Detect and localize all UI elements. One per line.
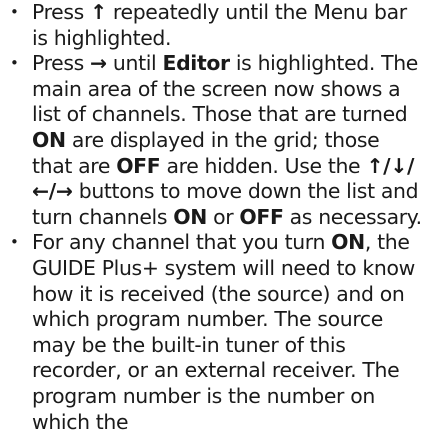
on-term: ON: [32, 127, 66, 152]
editor-term: Editor: [162, 51, 230, 76]
right-arrow-icon: →: [90, 51, 107, 76]
bullet-icon: •: [10, 54, 19, 73]
off-term: OFF: [239, 204, 284, 229]
item2-text-a: Press: [32, 51, 91, 76]
slash-separator: /: [406, 153, 415, 178]
list-item: • Press ↑ repeatedly until the Menu bar i…: [0, 0, 426, 51]
list-item: • For any channel that you turn ON, the G…: [0, 230, 426, 435]
document-page: • Press ↑ repeatedly until the Menu bar i…: [0, 0, 426, 446]
on-term: ON: [173, 204, 207, 229]
up-arrow-icon: ↑: [366, 153, 384, 178]
bullet-icon: •: [10, 3, 19, 21]
item3-text-a: For any channel that you turn: [32, 230, 332, 255]
up-arrow-icon: ↑: [90, 0, 107, 24]
item1-text-a: Press: [32, 0, 91, 24]
item2-text-e: are hidden. Use the: [160, 153, 367, 178]
item2-text-h: as necessary.: [283, 204, 422, 229]
bullet-icon: •: [10, 233, 19, 252]
left-arrow-icon: ←: [32, 179, 49, 204]
off-term: OFF: [116, 153, 161, 178]
down-arrow-icon: ↓: [390, 153, 407, 178]
list-item: • Press → until Editor is highlighted. Th…: [0, 51, 426, 230]
right-arrow-icon: →: [55, 179, 73, 204]
item2-text-g: or: [206, 204, 240, 229]
item2-text-b: until: [106, 51, 163, 76]
on-term: ON: [331, 230, 365, 255]
slash-separator: /: [48, 179, 56, 204]
item3-text-b: , the GUIDE Plus+ system will need to kn…: [32, 230, 415, 434]
instruction-list: • Press ↑ repeatedly until the Menu bar i…: [0, 0, 426, 435]
